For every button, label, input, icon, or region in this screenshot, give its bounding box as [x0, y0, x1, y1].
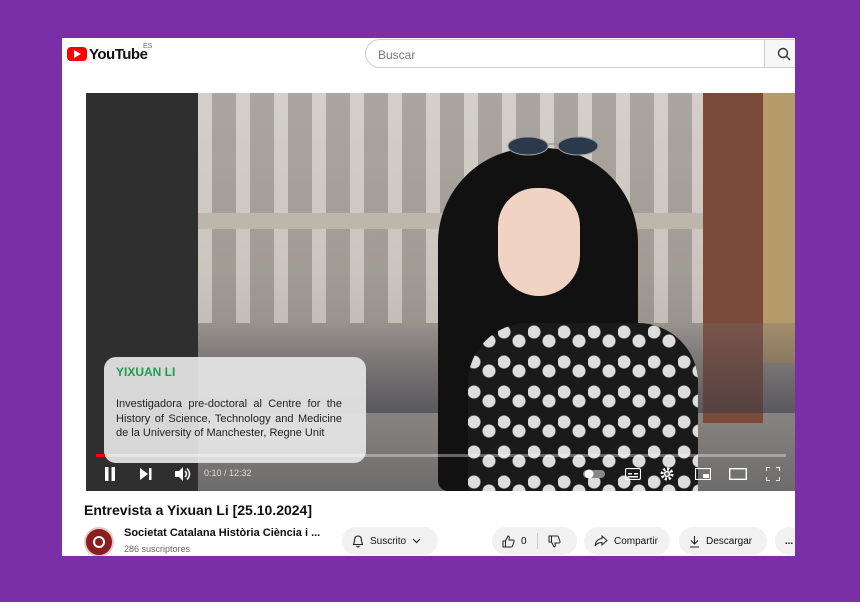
- dislike-button[interactable]: [548, 535, 567, 548]
- subscribed-button[interactable]: Suscrito: [342, 527, 438, 555]
- youtube-play-logo-icon: [67, 47, 87, 61]
- youtube-logo[interactable]: YouTube ES: [67, 43, 152, 64]
- download-icon: [690, 535, 699, 548]
- bell-icon: [352, 534, 364, 547]
- more-actions-button[interactable]: ...: [775, 527, 795, 555]
- search-input[interactable]: [366, 40, 760, 69]
- next-icon: [140, 468, 152, 480]
- guest-role: Investigadora pre-doctoral al Centre for…: [116, 398, 342, 439]
- channel-logo-icon: [93, 536, 105, 548]
- miniplayer-icon: [695, 468, 711, 480]
- theater-icon: [729, 468, 747, 480]
- logo-text: YouTube: [89, 45, 148, 63]
- volume-icon: [175, 467, 191, 481]
- subtitles-icon: [625, 468, 641, 480]
- autoplay-toggle-icon: [583, 469, 605, 479]
- subject-face: [498, 188, 580, 296]
- share-label: Compartir: [614, 535, 658, 547]
- name-lower-third: YIXUAN LI Investigadora pre-doctoral al …: [104, 357, 366, 463]
- video-title: Entrevista a Yixuan Li [25.10.2024]: [84, 502, 313, 518]
- more-icon: ...: [784, 535, 794, 547]
- fullscreen-button[interactable]: [762, 464, 784, 484]
- sunglasses: [507, 136, 599, 156]
- thumbs-down-icon: [548, 535, 561, 548]
- subscribe-label: Suscrito: [370, 535, 407, 547]
- youtube-window: YouTube ES YIXUAN LI I: [62, 38, 795, 556]
- like-button[interactable]: 0: [502, 534, 527, 548]
- next-button[interactable]: [136, 464, 156, 484]
- settings-icon: [660, 467, 674, 481]
- guest-name: YIXUAN LI: [116, 365, 176, 379]
- search-button[interactable]: [764, 39, 795, 68]
- settings-button[interactable]: [656, 464, 678, 484]
- subscriber-count: 286 suscriptores: [124, 544, 191, 554]
- time-display: 0:10 / 12:32: [204, 468, 252, 478]
- search-icon: [777, 47, 791, 60]
- thumbs-up-icon: [502, 534, 515, 547]
- volume-button[interactable]: [172, 464, 194, 484]
- progress-bar[interactable]: [96, 454, 786, 457]
- download-label: Descargar: [706, 535, 753, 547]
- share-button[interactable]: Compartir: [584, 527, 670, 555]
- channel-avatar[interactable]: [84, 527, 114, 556]
- progress-fill: [96, 454, 105, 457]
- chevron-down-icon: [412, 538, 421, 544]
- like-dislike-group: 0: [492, 527, 577, 555]
- region-code: ES: [143, 43, 153, 50]
- like-divider: [536, 533, 538, 549]
- autoplay-toggle[interactable]: [582, 464, 606, 484]
- player-controls: 0:10 / 12:32: [86, 459, 795, 491]
- share-icon: [594, 535, 608, 547]
- fullscreen-icon: [766, 467, 780, 481]
- miniplayer-button[interactable]: [692, 464, 714, 484]
- video-player[interactable]: YIXUAN LI Investigadora pre-doctoral al …: [86, 93, 795, 491]
- theater-mode-button[interactable]: [726, 464, 750, 484]
- channel-name[interactable]: Societat Catalana Història Ciència i ...: [124, 527, 336, 539]
- like-count: 0: [521, 535, 527, 547]
- pause-icon: [105, 467, 115, 481]
- download-button[interactable]: Descargar: [679, 527, 767, 555]
- search-box[interactable]: [365, 39, 764, 69]
- subtitles-button[interactable]: [622, 464, 644, 484]
- pause-button[interactable]: [100, 464, 120, 484]
